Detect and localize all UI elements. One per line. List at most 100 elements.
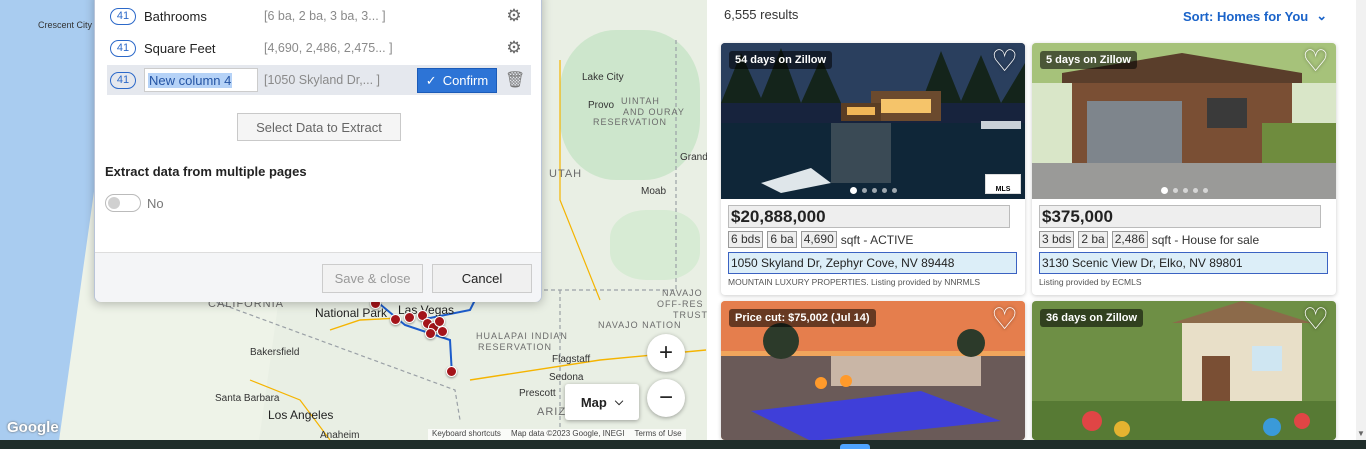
city-label: Anaheim <box>320 430 360 440</box>
extract-data-dialog: 41 Bathrooms [6 ba, 2 ba, 3 ba, 3... ] ⚙… <box>94 0 542 302</box>
map-pin[interactable] <box>390 314 401 325</box>
region-label: RESERVATION <box>593 117 668 127</box>
save-close-button[interactable]: Save & close <box>322 264 423 293</box>
column-row-editing[interactable]: 41 New column 4 [1050 Skyland Dr,... ] ✓… <box>107 65 531 95</box>
beds: 6 bds <box>728 231 764 248</box>
screen: Crescent City Lake City Provo Grand Moab… <box>0 0 1366 449</box>
baths: 6 ba <box>767 231 797 248</box>
sqft-status: sqft - ACTIVE <box>840 232 914 247</box>
map-data-text: Map data ©2023 Google, INEGI <box>510 429 625 438</box>
taskbar-app-icon[interactable] <box>840 444 870 449</box>
city-label: Grand <box>680 152 707 163</box>
city-label: Lake City <box>582 72 624 83</box>
multi-page-title: Extract data from multiple pages <box>105 164 307 179</box>
days-badge: 54 days on Zillow <box>729 51 833 69</box>
days-badge: 5 days on Zillow <box>1040 51 1137 69</box>
zoom-in-button[interactable]: + <box>647 334 685 372</box>
region-label: UINTAH <box>621 96 660 106</box>
cancel-button[interactable]: Cancel <box>432 264 532 293</box>
listing-info: $20,888,000 6 bds 6 ba 4,690 sqft - ACTI… <box>721 199 1025 295</box>
city-label: Sedona <box>549 372 584 383</box>
listing-card[interactable]: 5 days on Zillow ♡ $375,000 3 bds 2 ba 2… <box>1032 43 1336 295</box>
column-name: Bathrooms <box>144 8 207 24</box>
column-sample: [6 ba, 2 ba, 3 ba, 3... ] <box>264 9 386 23</box>
price-cut-badge: Price cut: $75,002 (Jul 14) <box>729 309 876 327</box>
city-label: Crescent City <box>38 20 93 30</box>
city-label: Flagstaff <box>552 354 591 365</box>
listing-address[interactable]: 1050 Skyland Dr, Zephyr Cove, NV 89448 <box>728 252 1017 274</box>
scrollbar[interactable]: ▼ <box>1356 0 1366 440</box>
sort-dropdown[interactable]: Sort: Homes for You ⌄ <box>1183 8 1327 24</box>
listing-photo[interactable]: 5 days on Zillow ♡ <box>1032 43 1336 199</box>
region-label: AND OURAY <box>623 107 685 117</box>
listing-info: $375,000 3 bds 2 ba 2,486 sqft - House f… <box>1032 199 1336 295</box>
listing-card[interactable]: 36 days on Zillow ♡ <box>1032 301 1336 440</box>
listing-photo[interactable]: 54 days on Zillow ♡ MLS <box>721 43 1025 199</box>
listing-card[interactable]: Price cut: $75,002 (Jul 14) ♡ <box>721 301 1025 440</box>
city-label: Santa Barbara <box>215 393 280 404</box>
column-sample: [4,690, 2,486, 2,475... ] <box>264 41 393 55</box>
heart-icon[interactable]: ♡ <box>991 47 1018 77</box>
taskbar <box>0 440 1366 449</box>
listings-panel: 6,555 results Sort: Homes for You ⌄ 54 d… <box>707 0 1356 440</box>
terms-link[interactable]: Terms of Use <box>634 429 681 440</box>
listing-photo[interactable]: Price cut: $75,002 (Jul 14) ♡ <box>721 301 1025 440</box>
map-pin[interactable] <box>404 312 415 323</box>
region-label: UTAH <box>549 168 583 180</box>
column-row[interactable]: 41 Square Feet [4,690, 2,486, 2,475... ]… <box>107 33 531 63</box>
map-pin[interactable] <box>446 366 457 377</box>
map-pin[interactable] <box>437 326 448 337</box>
heart-icon[interactable]: ♡ <box>1302 47 1329 77</box>
trash-icon[interactable]: 🗑 <box>505 70 525 90</box>
column-row[interactable]: 41 Bathrooms [6 ba, 2 ba, 3 ba, 3... ] ⚙ <box>107 1 531 31</box>
count-badge: 41 <box>110 71 136 89</box>
days-badge: 36 days on Zillow <box>1040 309 1144 327</box>
gear-icon[interactable]: ⚙ <box>505 39 523 57</box>
sort-label: Sort: Homes for You <box>1183 8 1309 24</box>
city-label: Bakersfield <box>250 347 300 358</box>
listing-card[interactable]: 54 days on Zillow ♡ MLS $20,888,000 6 bd… <box>721 43 1025 295</box>
toggle-label: No <box>147 196 164 211</box>
listing-broker: MOUNTAIN LUXURY PROPERTIES. Listing prov… <box>728 277 981 287</box>
column-sample: [1050 Skyland Dr,... ] <box>264 73 381 87</box>
scroll-down-icon[interactable]: ▼ <box>1357 429 1365 438</box>
city-label: Prescott <box>519 388 556 399</box>
toggle-knob <box>108 197 120 209</box>
confirm-label: Confirm <box>442 73 489 88</box>
select-data-button[interactable]: Select Data to Extract <box>237 113 401 141</box>
region-label: TRUST <box>673 310 707 320</box>
column-name-input[interactable]: New column 4 <box>144 68 258 92</box>
heart-icon[interactable]: ♡ <box>991 305 1018 335</box>
sqft-status: sqft - House for sale <box>1151 232 1260 247</box>
heart-icon[interactable]: ♡ <box>1302 305 1329 335</box>
city-label: Moab <box>641 186 667 197</box>
region-label: ARIZ <box>537 406 567 418</box>
listing-facts: 3 bds 2 ba 2,486 sqft - House for sale <box>1039 231 1329 248</box>
region-label: HUALAPAI INDIAN <box>476 331 568 341</box>
map-pin[interactable] <box>425 328 436 339</box>
column-name: Square Feet <box>144 40 216 56</box>
listing-price: $375,000 <box>1039 205 1321 228</box>
listing-facts: 6 bds 6 ba 4,690 sqft - ACTIVE <box>728 231 1018 248</box>
chevron-down-icon: ⌵ <box>614 395 624 408</box>
keyboard-shortcuts-link[interactable]: Keyboard shortcuts <box>432 429 501 440</box>
listing-photo[interactable]: 36 days on Zillow ♡ <box>1032 301 1336 440</box>
map-type-button[interactable]: Map ⌵ <box>565 384 639 420</box>
multi-page-toggle[interactable] <box>105 194 141 212</box>
confirm-button[interactable]: ✓ Confirm <box>417 68 497 93</box>
city-label: Provo <box>588 100 615 111</box>
region-label: NAVAJO <box>662 288 703 298</box>
mls-logo: MLS <box>985 174 1021 194</box>
column-name-selected-text: New column 4 <box>148 72 233 88</box>
photo-dots <box>1032 187 1336 194</box>
city-label: Los Angeles <box>268 408 334 422</box>
region-label: OFF-RES <box>657 299 704 309</box>
listing-address[interactable]: 3130 Scenic View Dr, Elko, NV 89801 <box>1039 252 1328 274</box>
results-count: 6,555 results <box>724 7 799 22</box>
zoom-out-button[interactable]: − <box>647 379 685 417</box>
photo-dots <box>721 187 1025 194</box>
baths: 2 ba <box>1078 231 1108 248</box>
listing-broker: Listing provided by ECMLS <box>1039 277 1142 287</box>
sqft: 2,486 <box>1111 231 1148 248</box>
gear-icon[interactable]: ⚙ <box>505 7 523 25</box>
